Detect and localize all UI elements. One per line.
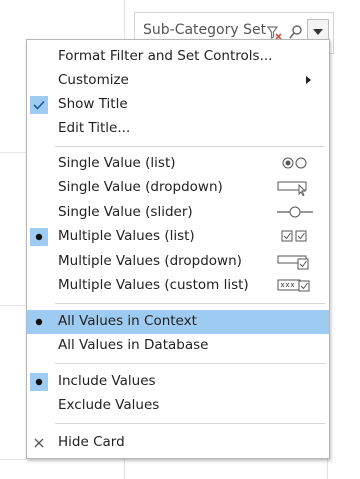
menu-item-format-filter[interactable]: Format Filter and Set Controls... [27, 45, 329, 69]
dropdown-control-icon [277, 181, 307, 196]
menu-item-label: Single Value (slider) [58, 204, 193, 220]
checkmark-icon [30, 96, 48, 114]
background-rule [0, 459, 26, 460]
menu-item-label: Single Value (list) [58, 155, 176, 171]
menu-item-edit-title[interactable]: Edit Title... [27, 117, 329, 141]
multi-dropdown-icon [277, 255, 309, 270]
radio-buttons-icon [282, 157, 307, 169]
menu-item-single-value-slider[interactable]: Single Value (slider) [27, 201, 329, 225]
bullet-icon [30, 313, 48, 331]
menu-item-label: All Values in Database [58, 337, 209, 353]
menu-item-label: Single Value (dropdown) [58, 179, 223, 195]
chevron-down-icon [313, 29, 323, 35]
menu-item-label: Edit Title... [58, 120, 131, 136]
menu-item-label: Multiple Values (list) [58, 228, 195, 244]
clear-filter-icon[interactable] [266, 24, 282, 40]
menu-item-multiple-values-custom-list[interactable]: Multiple Values (custom list) [27, 274, 329, 298]
background-rule [0, 152, 26, 153]
menu-item-label: Hide Card [58, 434, 125, 450]
menu-item-show-title[interactable]: Show Title [27, 93, 329, 117]
custom-list-icon [277, 279, 310, 292]
menu-item-exclude-values[interactable]: Exclude Values [27, 394, 329, 418]
checkbox-list-icon [281, 230, 307, 242]
close-icon [34, 438, 44, 448]
menu-separator [55, 363, 325, 364]
menu-item-label: Format Filter and Set Controls... [58, 48, 273, 64]
menu-item-label: Show Title [58, 96, 128, 112]
menu-item-all-values-in-context[interactable]: All Values in Context [27, 310, 329, 334]
menu-item-single-value-dropdown[interactable]: Single Value (dropdown) [27, 176, 329, 200]
menu-item-multiple-values-list[interactable]: Multiple Values (list) [27, 225, 329, 249]
menu-item-label: Include Values [58, 373, 156, 389]
menu-item-all-values-in-database[interactable]: All Values in Database [27, 334, 329, 358]
menu-item-customize[interactable]: Customize [27, 69, 329, 93]
menu-item-label: Multiple Values (dropdown) [58, 253, 242, 269]
card-title: Sub-Category Set [143, 22, 267, 38]
menu-separator [55, 423, 325, 424]
menu-item-single-value-list[interactable]: Single Value (list) [27, 152, 329, 176]
menu-item-multiple-values-dropdown[interactable]: Multiple Values (dropdown) [27, 250, 329, 274]
menu-item-label: Exclude Values [58, 397, 160, 413]
menu-item-label: All Values in Context [58, 313, 197, 329]
bullet-icon [30, 373, 48, 391]
menu-item-include-values[interactable]: Include Values [27, 370, 329, 394]
menu-item-label: Customize [58, 72, 129, 88]
menu-separator [55, 303, 325, 304]
background-rule [0, 305, 26, 306]
slider-control-icon [277, 206, 313, 218]
bullet-icon [30, 228, 48, 246]
menu-item-hide-card[interactable]: Hide Card [27, 431, 329, 455]
menu-item-label: Multiple Values (custom list) [58, 277, 249, 293]
search-icon[interactable] [288, 24, 304, 40]
menu-separator [55, 146, 325, 147]
submenu-arrow-icon [306, 76, 311, 84]
card-context-menu: Format Filter and Set Controls... Custom… [26, 39, 330, 459]
